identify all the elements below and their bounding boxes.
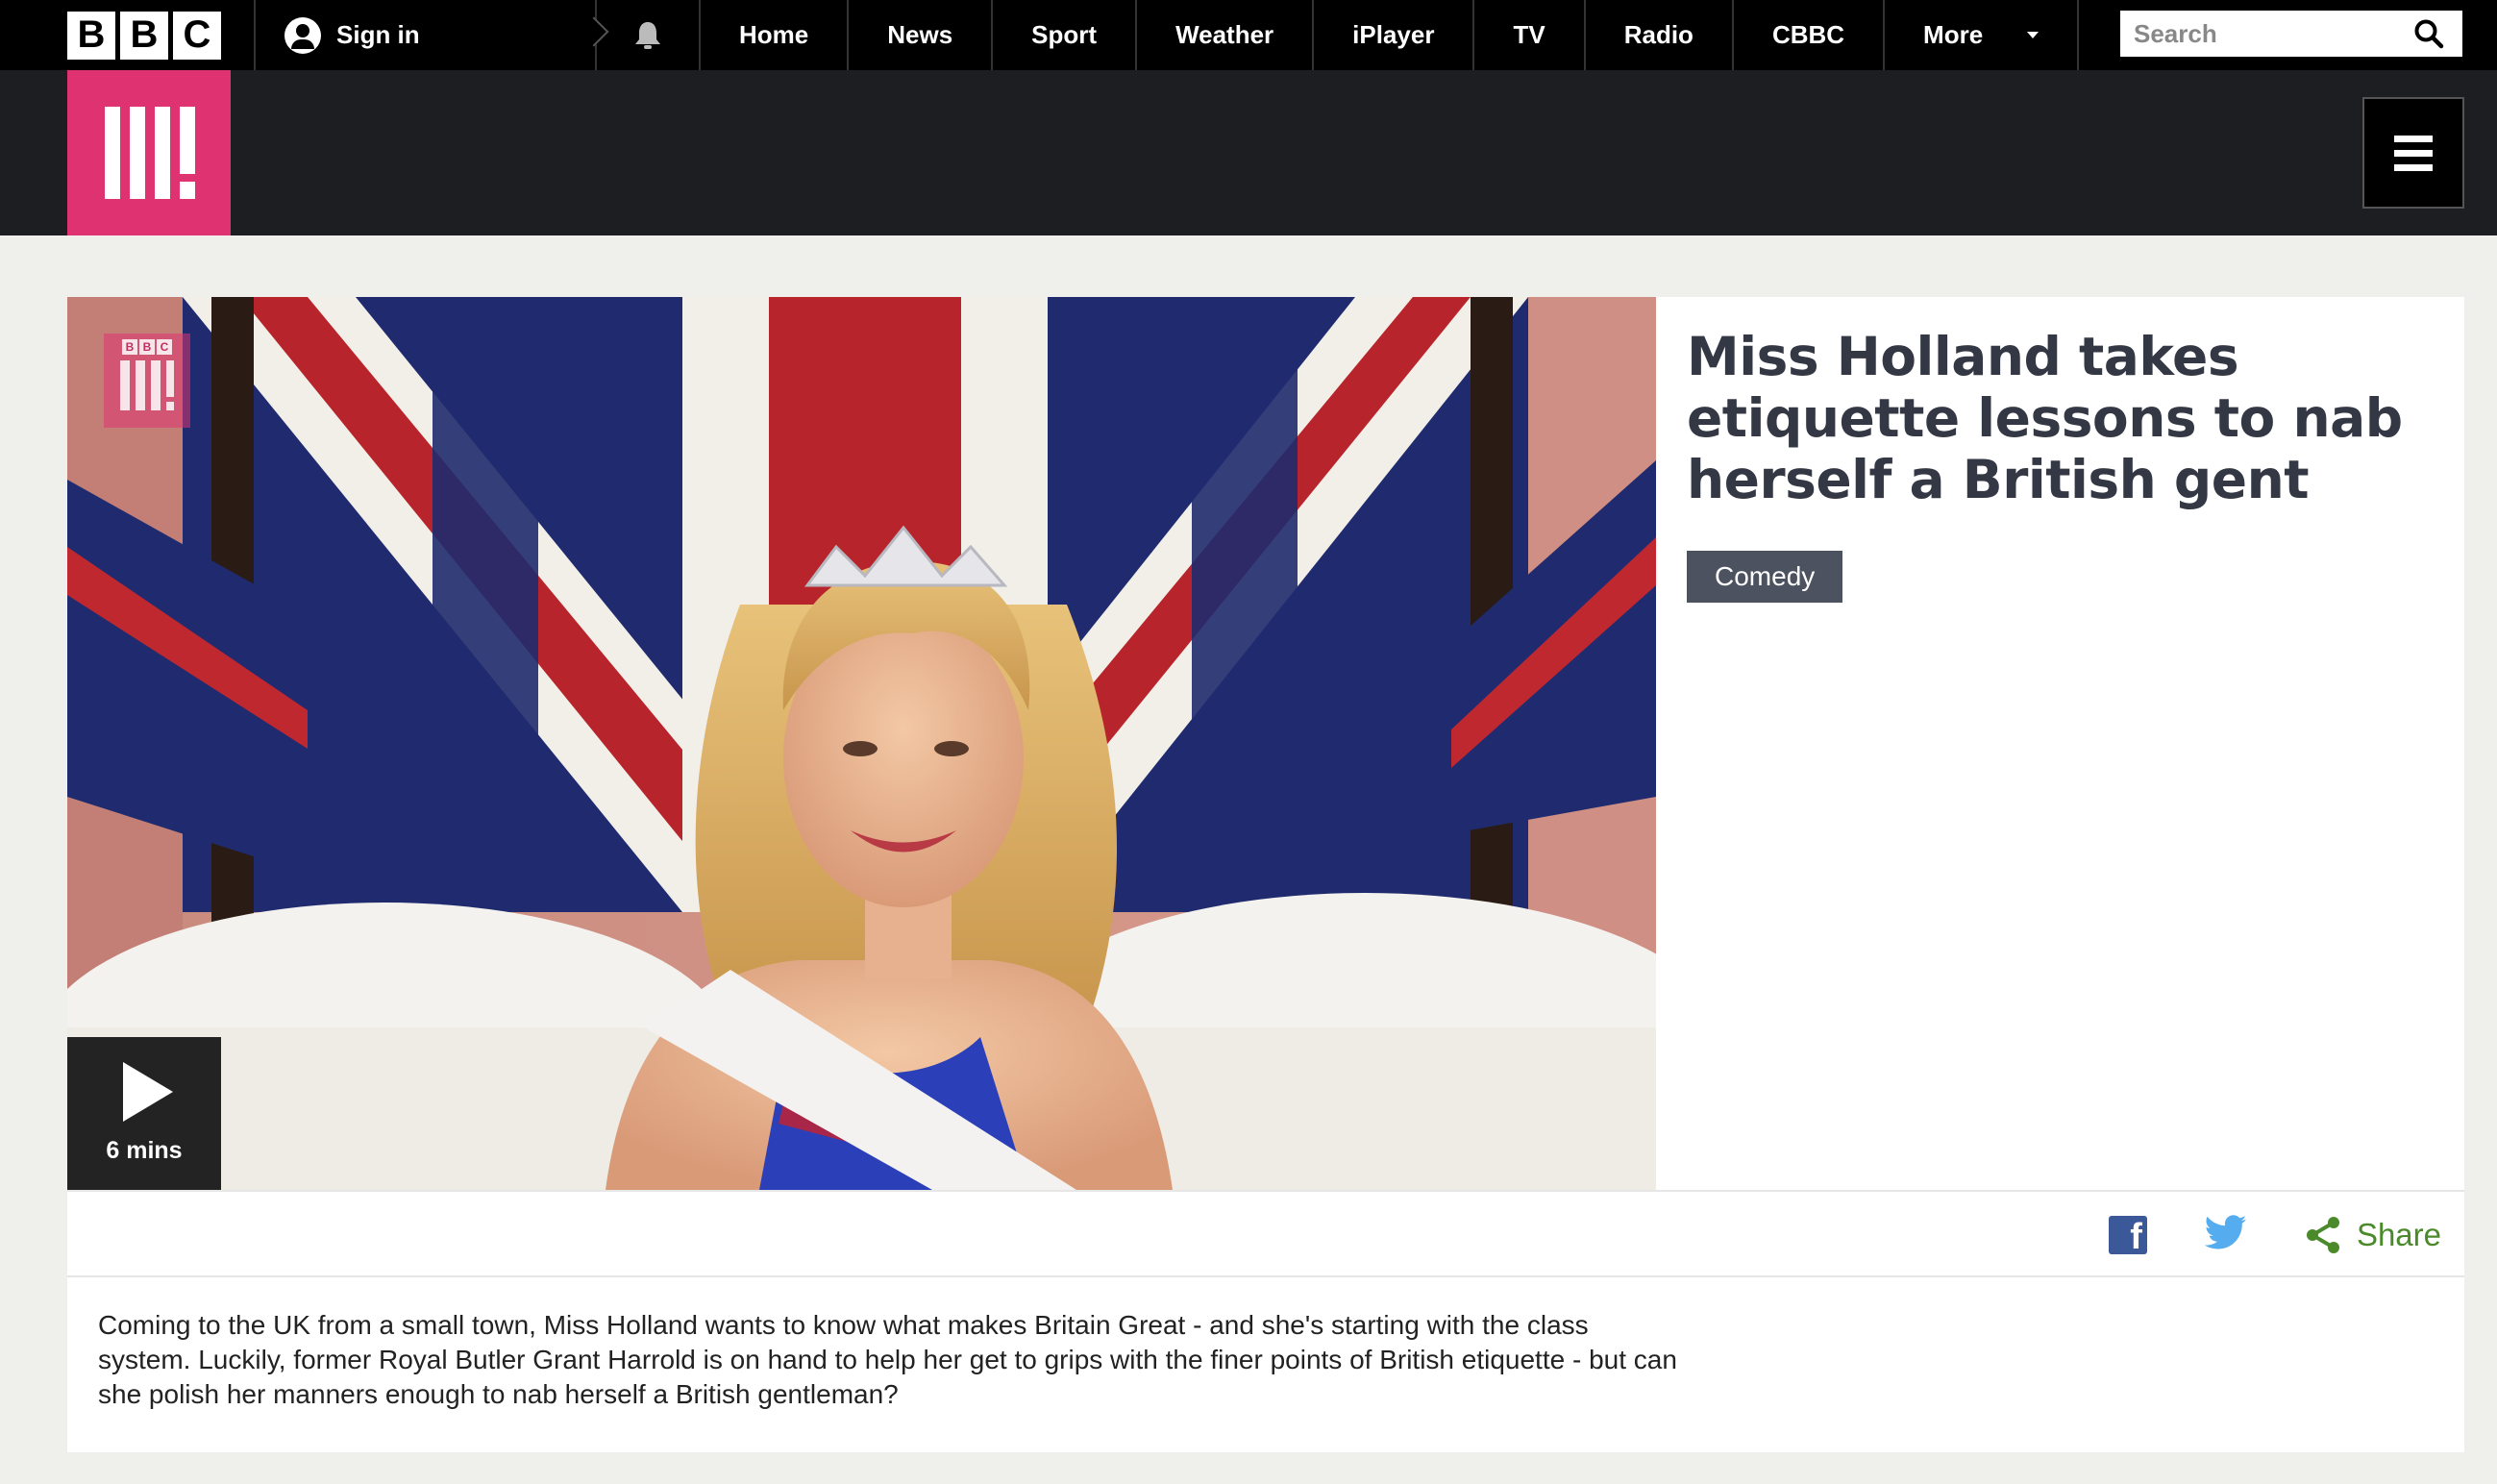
bbc-logo-letter: B	[67, 11, 115, 60]
search-box	[2120, 11, 2462, 57]
hamburger-icon-bar	[2394, 163, 2433, 171]
share-bar: Share	[67, 1190, 2464, 1277]
bbc-three-watermark: B B C	[104, 334, 190, 428]
search-input[interactable]	[2134, 18, 2412, 49]
sign-in-label: Sign in	[336, 20, 420, 49]
article-card: B B C 6 mins Miss Holland takes etiquett…	[67, 297, 2464, 1452]
video-thumbnail	[67, 297, 1656, 1190]
menu-button[interactable]	[2362, 97, 2464, 209]
bbc-three-logo-mark	[105, 107, 195, 199]
nav-cbbc[interactable]: CBBC	[1734, 0, 1886, 70]
genre-tag[interactable]: Comedy	[1687, 551, 1843, 603]
global-navigation: B B C Sign in Home News Sport Weather iP…	[0, 0, 2497, 70]
chevron-down-icon	[2027, 32, 2040, 38]
share-icon	[2306, 1216, 2339, 1253]
nav-more[interactable]: More	[1885, 0, 2080, 70]
nav-more-label: More	[1923, 20, 1984, 49]
bbc-three-logo[interactable]	[67, 70, 231, 235]
nav-home[interactable]: Home	[701, 0, 850, 70]
video-duration: 6 mins	[106, 1137, 183, 1164]
user-icon	[284, 16, 321, 54]
watermark-letter: B	[139, 339, 155, 355]
hamburger-icon-bar	[2394, 149, 2433, 157]
sign-in-link[interactable]: Sign in	[256, 0, 597, 70]
nav-sport[interactable]: Sport	[993, 0, 1138, 70]
bbc-logo-letter: B	[120, 11, 168, 60]
watermark-letter: C	[157, 339, 172, 355]
share-button[interactable]: Share	[2305, 1216, 2441, 1254]
twitter-icon[interactable]	[2204, 1215, 2247, 1254]
bbc-logo-letter: C	[173, 11, 221, 60]
masthead	[0, 70, 2497, 235]
bbc-logo[interactable]: B B C	[67, 0, 256, 70]
facebook-icon[interactable]	[2108, 1215, 2147, 1258]
nav-tv[interactable]: TV	[1474, 0, 1586, 70]
search-icon[interactable]	[2412, 17, 2445, 50]
play-button[interactable]: 6 mins	[67, 1037, 221, 1190]
hamburger-icon-bar	[2394, 135, 2433, 142]
notifications-button[interactable]	[597, 0, 701, 70]
three-mark-icon	[120, 360, 174, 410]
share-label: Share	[2356, 1216, 2441, 1252]
nav-weather[interactable]: Weather	[1137, 0, 1315, 70]
video-player[interactable]: B B C 6 mins	[67, 297, 1656, 1190]
play-icon	[123, 1062, 173, 1122]
bell-icon	[635, 21, 660, 49]
watermark-letter: B	[122, 339, 137, 355]
article-info: Miss Holland takes etiquette lessons to …	[1687, 326, 2436, 603]
nav-iplayer[interactable]: iPlayer	[1314, 0, 1475, 70]
nav-news[interactable]: News	[849, 0, 994, 70]
article-title: Miss Holland takes etiquette lessons to …	[1687, 326, 2403, 510]
article-description: Coming to the UK from a small town, Miss…	[98, 1310, 1677, 1409]
nav-radio[interactable]: Radio	[1586, 0, 1734, 70]
